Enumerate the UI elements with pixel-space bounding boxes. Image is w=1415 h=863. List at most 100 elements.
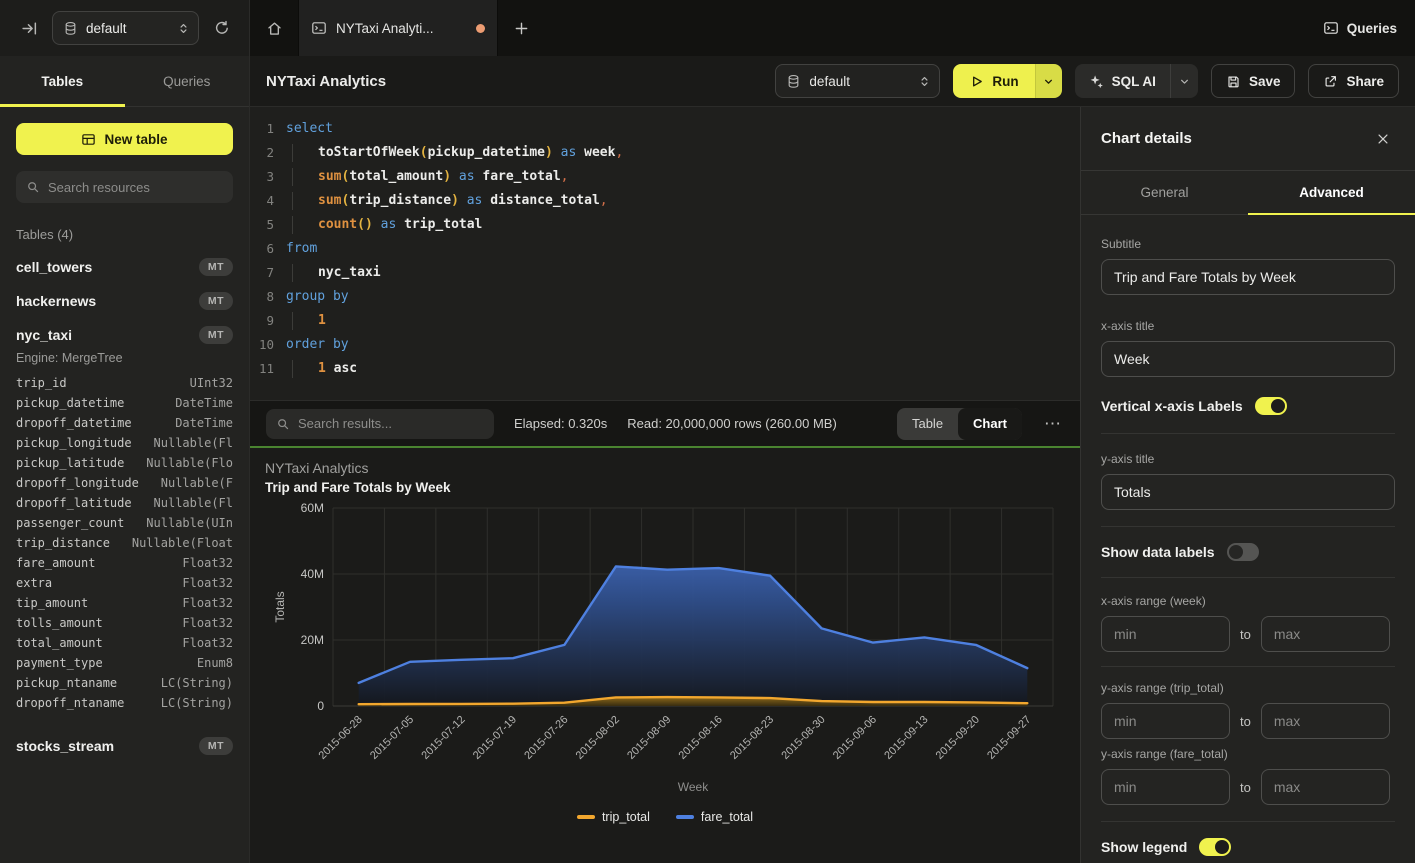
engine-badge: MT (199, 326, 233, 344)
more-options-icon[interactable]: ⋯ (1042, 414, 1064, 434)
toolbar-database-selector[interactable]: default (775, 64, 940, 98)
editor-column: 1234567891011 selecttoStartOfWeek(pickup… (250, 107, 1080, 863)
y-range-trip-max-field[interactable] (1261, 703, 1390, 739)
range-to-label: to (1240, 627, 1251, 642)
view-toggle-table[interactable]: Table (897, 408, 958, 440)
code-line[interactable]: nyc_taxi (286, 261, 1080, 285)
close-icon[interactable] (1371, 127, 1395, 151)
results-bar: Elapsed: 0.320s Read: 20,000,000 rows (2… (250, 400, 1080, 446)
share-button[interactable]: Share (1308, 64, 1399, 98)
sidebar-item-stocks-stream[interactable]: stocks_stream MT (16, 737, 233, 755)
run-button[interactable]: Run (953, 64, 1061, 98)
table-name: nyc_taxi (16, 327, 199, 343)
legend-label: fare_total (701, 810, 753, 824)
y-range-fare-max-field[interactable] (1261, 769, 1390, 805)
x-range-min-field[interactable] (1101, 616, 1230, 652)
sql-ai-dropdown-button[interactable] (1170, 64, 1198, 98)
code-line[interactable]: from (286, 237, 1080, 261)
code-line[interactable]: 1 asc (286, 357, 1080, 381)
code-line[interactable]: sum(total_amount) as fare_total, (286, 165, 1080, 189)
tab-general[interactable]: General (1081, 171, 1248, 214)
tab-advanced[interactable]: Advanced (1248, 171, 1415, 214)
chart-panel: NYTaxi Analytics Trip and Fare Totals by… (250, 448, 1080, 863)
code-line[interactable]: count() as trip_total (286, 213, 1080, 237)
new-table-button[interactable]: New table (16, 123, 233, 155)
column-row: dropoff_latitudeNullable(Fl (16, 493, 233, 513)
svg-text:2015-07-12: 2015-07-12 (419, 714, 467, 762)
indent-guide (292, 360, 318, 378)
save-button[interactable]: Save (1211, 64, 1296, 98)
chart-legend: trip_total fare_total (250, 810, 1080, 824)
sql-code[interactable]: selecttoStartOfWeek(pickup_datetime) as … (286, 117, 1080, 400)
column-row: payment_typeEnum8 (16, 653, 233, 673)
top-bar-spacer (544, 0, 1305, 56)
indent-guide (292, 264, 318, 282)
y-axis-range-trip-label: y-axis range (trip_total) (1101, 681, 1395, 695)
collapse-sidebar-icon[interactable] (16, 15, 42, 41)
query-tab-icon (311, 20, 327, 36)
chart-details-panel: Chart details General Advanced Subtitle … (1080, 107, 1415, 863)
subtitle-field-label: Subtitle (1101, 237, 1395, 251)
code-line[interactable]: 1 (286, 309, 1080, 333)
svg-text:20M: 20M (301, 633, 324, 647)
code-line[interactable]: toStartOfWeek(pickup_datetime) as week, (286, 141, 1080, 165)
x-range-max-field[interactable] (1261, 616, 1390, 652)
column-row: dropoff_longitudeNullable(F (16, 473, 233, 493)
subtitle-field[interactable] (1101, 259, 1395, 295)
y-range-fare-min-field[interactable] (1101, 769, 1230, 805)
indent-guide (292, 192, 318, 210)
view-toggle-chart[interactable]: Chart (958, 408, 1022, 440)
unsaved-dot-icon (476, 24, 485, 33)
play-icon (969, 74, 984, 89)
code-line[interactable]: sum(trip_distance) as distance_total, (286, 189, 1080, 213)
sidebar-tab-tables[interactable]: Tables (0, 56, 125, 106)
show-data-labels-toggle[interactable] (1227, 543, 1259, 561)
column-row: passenger_countNullable(UIn (16, 513, 233, 533)
sidebar-search-input[interactable] (48, 180, 223, 195)
sql-editor[interactable]: 1234567891011 selecttoStartOfWeek(pickup… (250, 107, 1080, 400)
x-axis-range-row: to (1101, 616, 1395, 652)
new-tab-button[interactable] (498, 0, 544, 56)
sidebar-item-cell-towers[interactable]: cell_towers MT (16, 258, 233, 276)
code-line[interactable]: group by (286, 285, 1080, 309)
sql-ai-button[interactable]: SQL AI (1075, 64, 1198, 98)
run-button-label: Run (992, 74, 1018, 89)
vertical-x-axis-labels-label: Vertical x-axis Labels (1101, 398, 1243, 414)
legend-item-trip_total[interactable]: trip_total (577, 810, 650, 824)
read-stat: Read: 20,000,000 rows (260.00 MB) (627, 416, 837, 431)
svg-text:2015-07-19: 2015-07-19 (471, 714, 519, 762)
sidebar-item-hackernews[interactable]: hackernews MT (16, 292, 233, 310)
database-icon (786, 74, 801, 89)
svg-text:40M: 40M (301, 567, 324, 581)
run-button-main[interactable]: Run (953, 64, 1034, 98)
home-button[interactable] (250, 0, 298, 56)
line-numbers: 1234567891011 (250, 117, 286, 400)
queries-button[interactable]: Queries (1305, 0, 1415, 56)
svg-text:Totals: Totals (273, 591, 287, 622)
show-data-labels-row: Show data labels (1101, 543, 1395, 561)
results-search-input[interactable] (298, 416, 484, 431)
code-line[interactable]: select (286, 117, 1080, 141)
run-dropdown-button[interactable] (1035, 64, 1062, 98)
view-toggle: Table Chart (897, 408, 1022, 440)
y-axis-title-field[interactable] (1101, 474, 1395, 510)
sparkles-icon (1089, 74, 1104, 89)
legend-item-fare_total[interactable]: fare_total (676, 810, 753, 824)
column-row: pickup_longitudeNullable(Fl (16, 433, 233, 453)
save-button-label: Save (1249, 74, 1281, 89)
database-selector[interactable]: default (52, 11, 199, 45)
tab-nytaxi-analytics[interactable]: NYTaxi Analyti... (298, 0, 498, 56)
refresh-icon[interactable] (209, 15, 235, 41)
y-range-trip-min-field[interactable] (1101, 703, 1230, 739)
show-legend-toggle[interactable] (1199, 838, 1231, 856)
sidebar-tab-queries[interactable]: Queries (125, 56, 250, 106)
vertical-x-axis-labels-toggle[interactable] (1255, 397, 1287, 415)
sql-ai-main[interactable]: SQL AI (1075, 64, 1170, 98)
indent-guide (292, 216, 318, 234)
top-bar: default NYTaxi Analyti... Quer (0, 0, 1415, 56)
svg-text:2015-06-28: 2015-06-28 (317, 714, 365, 762)
sidebar-item-nyc-taxi[interactable]: nyc_taxi MT (16, 326, 233, 344)
toolbar-database-value: default (809, 74, 910, 89)
x-axis-title-field[interactable] (1101, 341, 1395, 377)
code-line[interactable]: order by (286, 333, 1080, 357)
